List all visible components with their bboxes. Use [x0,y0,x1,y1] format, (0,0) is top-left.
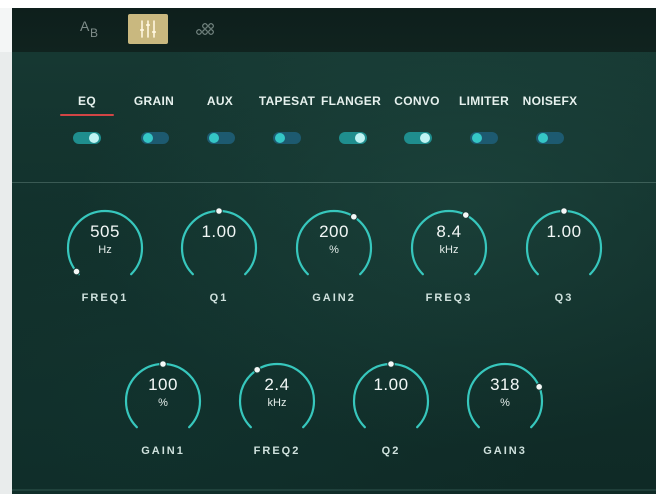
knob-q2[interactable]: 1.00 Q2 [336,353,446,463]
knob-indicator [387,360,395,368]
knob-track [238,362,316,429]
knob-indicator [159,360,167,368]
bottom-edge [12,489,656,491]
knob-indicator [560,207,568,215]
tab-limiter[interactable]: LIMITER [456,94,512,108]
tab-eq[interactable]: EQ [70,94,104,108]
knob-unit: % [158,397,168,409]
knob-unit: Hz [98,244,112,256]
tab-noisefx[interactable]: NOISEFX [520,94,580,108]
knob-gain3[interactable]: 318 % GAIN3 [450,353,560,463]
knob-unit: kHz [267,397,287,409]
knob-indicator [253,365,261,374]
plugin-window: A B EQ GRAIN AUX TAPESAT FLANGER CONVO L… [12,8,656,494]
knob-label: FREQ3 [425,292,473,304]
knob-track [124,362,202,429]
toggle-tapesat[interactable] [273,132,301,144]
knob-track [410,209,488,276]
knob-gain2[interactable]: 200 % GAIN2 [279,200,389,310]
toggle-flanger[interactable] [339,132,367,144]
knob-freq1[interactable]: 505 Hz FREQ1 [50,200,160,310]
knob-indicator [350,212,358,221]
tab-grain[interactable]: GRAIN [130,94,178,108]
tab-tapesat[interactable]: TAPESAT [256,94,318,108]
knob-value: 1.00 [546,222,582,241]
knob-track [295,209,373,276]
knob-q1[interactable]: 1.00 Q1 [164,200,274,310]
knob-label: Q1 [209,292,229,304]
ab-compare-button[interactable]: A B [72,14,108,44]
left-gutter [0,8,13,494]
toggle-eq[interactable] [73,132,101,144]
section-divider [12,182,656,183]
knob-freq3[interactable]: 8.4 kHz FREQ3 [394,200,504,310]
knob-value: 318 [490,375,520,394]
knob-label: Q2 [381,445,401,457]
knob-indicator [215,207,223,215]
knob-unit: kHz [439,244,459,256]
routing-button[interactable] [188,14,224,44]
knob-freq2[interactable]: 2.4 kHz FREQ2 [222,353,332,463]
knob-label: GAIN1 [141,445,185,457]
knob-track [466,362,544,429]
knob-label: GAIN3 [483,445,527,457]
tab-convo[interactable]: CONVO [392,94,442,108]
knob-track [525,209,603,276]
knob-track [352,362,430,429]
knob-label: GAIN2 [312,292,356,304]
tab-aux[interactable]: AUX [202,94,238,108]
toggle-grain[interactable] [141,132,169,144]
knob-value: 1.00 [373,375,409,394]
knob-unit: % [329,244,339,256]
toggle-limiter[interactable] [470,132,498,144]
ab-icon-a: A [80,18,90,34]
toggle-aux[interactable] [207,132,235,144]
nodes-icon [196,23,214,35]
knob-label: FREQ1 [81,292,129,304]
knob-label: FREQ2 [253,445,301,457]
toggle-convo[interactable] [404,132,432,144]
knob-unit: % [500,397,510,409]
top-toolbar: A B [12,8,656,52]
ab-icon-b: B [90,26,99,40]
knob-value: 2.4 [264,375,290,394]
knob-gain1[interactable]: 100 % GAIN1 [108,353,218,463]
knob-indicator [72,267,81,276]
knob-q3[interactable]: 1.00 Q3 [509,200,619,310]
active-tab-indicator [60,114,114,116]
tab-flanger[interactable]: FLANGER [320,94,382,108]
knob-track [180,209,258,276]
knob-value: 8.4 [436,222,462,241]
knob-label: Q3 [554,292,574,304]
knob-value: 1.00 [201,222,237,241]
toggle-noisefx[interactable] [536,132,564,144]
sliders-icon [140,20,156,38]
knob-value: 200 [319,222,349,241]
knob-value: 505 [90,222,120,241]
knob-value: 100 [148,375,178,394]
knob-track [66,209,144,276]
knob-indicator [462,211,470,219]
mixer-button[interactable] [128,14,168,44]
